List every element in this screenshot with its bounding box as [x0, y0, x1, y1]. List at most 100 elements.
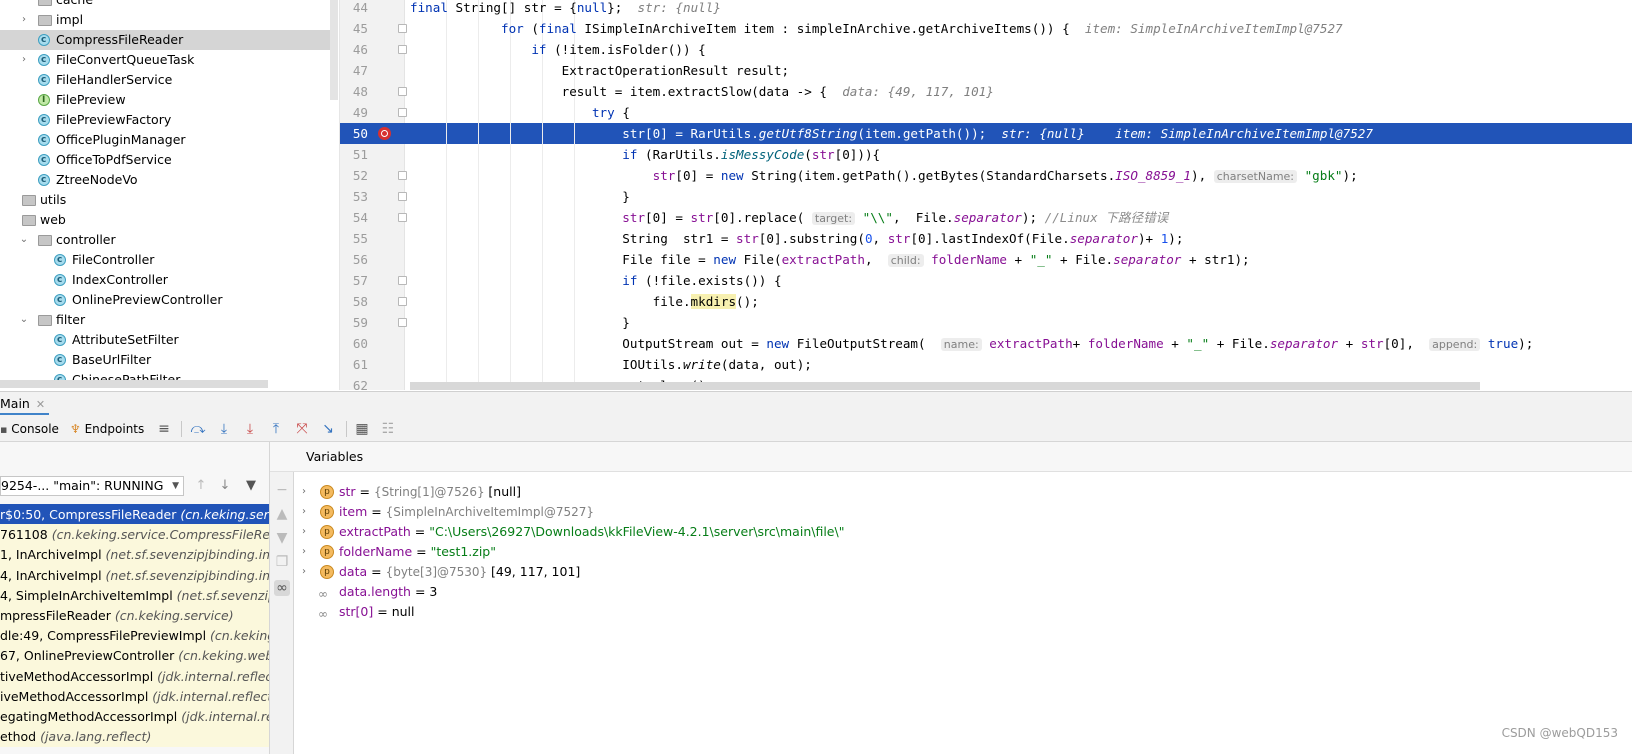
fold-icon[interactable]	[398, 297, 407, 306]
drop-frame-icon[interactable]: ⤧	[294, 421, 310, 437]
move-up-icon[interactable]: ▲	[274, 506, 290, 522]
code-line[interactable]: 58 file.mkdirs();	[340, 291, 1632, 312]
stack-frame[interactable]: 4, InArchiveImpl (net.sf.sevenzipjbindin…	[0, 564, 269, 586]
chevron-right-icon[interactable]: ›	[302, 542, 306, 562]
code-line[interactable]: 59 }	[340, 312, 1632, 333]
endpoints-tab[interactable]: ♆ Endpoints	[70, 420, 144, 438]
chevron-down-icon[interactable]: ⌄	[18, 310, 30, 330]
code-line[interactable]: 50 str[0] = RarUtils.getUtf8String(item.…	[340, 123, 1632, 144]
chevron-down-icon[interactable]: ⌄	[18, 230, 30, 250]
fold-icon[interactable]	[398, 87, 407, 96]
code-token: ();	[736, 294, 759, 309]
tree-vertical-scrollbar[interactable]	[330, 0, 338, 100]
tree-item[interactable]: ⌄ controller	[0, 230, 332, 250]
tree-item[interactable]: OfficeToPdfService	[0, 150, 332, 170]
breakpoint-icon[interactable]	[378, 127, 391, 140]
code-line[interactable]: 44 final String[] str = {null}; str: {nul…	[340, 0, 1632, 18]
step-out-icon[interactable]: ⤒	[268, 421, 284, 437]
arrow-down-icon[interactable]: ↓	[216, 477, 234, 495]
tree-item[interactable]: cache	[0, 0, 332, 10]
menu-lines-icon[interactable]: ≡	[156, 421, 172, 437]
fold-icon[interactable]	[398, 108, 407, 117]
tree-item[interactable]: FilePreview	[0, 90, 332, 110]
stack-frame[interactable]: iveMethodAccessorImpl (jdk.internal.refl…	[0, 685, 269, 707]
code-line[interactable]: 47 ExtractOperationResult result;	[340, 60, 1632, 81]
chevron-right-icon[interactable]: ›	[302, 482, 306, 502]
stack-frame[interactable]: 4, SimpleInArchiveItemImpl (net.sf.seven…	[0, 584, 269, 606]
fold-icon[interactable]	[398, 276, 407, 285]
fold-icon[interactable]	[398, 171, 407, 180]
code-line[interactable]: 49 try {	[340, 102, 1632, 123]
tree-item[interactable]: OfficePluginManager	[0, 130, 332, 150]
console-tab[interactable]: ▪ Console	[0, 420, 59, 438]
glasses-icon[interactable]: ∞	[274, 580, 290, 596]
remove-icon[interactable]: −	[274, 482, 290, 498]
chevron-right-icon[interactable]: ›	[18, 50, 30, 70]
run-to-cursor-icon[interactable]: ↘	[320, 421, 336, 437]
editor-horizontal-scrollbar[interactable]	[410, 382, 1480, 390]
code-line[interactable]: 56 File file = new File(extractPath, chi…	[340, 249, 1632, 270]
stack-frame[interactable]: 761108 (cn.keking.service.CompressFileRe…	[0, 524, 269, 546]
tree-item[interactable]: CompressFileReader	[0, 30, 332, 50]
fold-icon[interactable]	[398, 318, 407, 327]
tree-horizontal-scrollbar[interactable]	[0, 380, 268, 388]
chevron-right-icon[interactable]: ›	[302, 562, 306, 582]
chevron-right-icon[interactable]: ›	[302, 522, 306, 542]
step-into-icon[interactable]: ⤓	[216, 421, 232, 437]
stack-frame[interactable]: dle:49, CompressFilePreviewImpl (cn.keki…	[0, 625, 269, 647]
stack-frame[interactable]: egatingMethodAccessorImpl (jdk.internal.…	[0, 706, 269, 727]
code-line[interactable]: 45 for (final ISimpleInArchiveItem item …	[340, 18, 1632, 39]
code-token: (!file.exists()) {	[645, 273, 782, 288]
close-icon[interactable]: ✕	[36, 398, 45, 411]
force-step-into-icon[interactable]: ⤓	[242, 421, 258, 437]
code-token: String[] str = {	[455, 0, 577, 15]
tree-item[interactable]: FileHandlerService	[0, 70, 332, 90]
evaluate-expression-icon[interactable]: ▦	[354, 421, 370, 437]
stack-frame[interactable]: mpressFileReader (cn.keking.service)	[0, 605, 269, 626]
fold-icon[interactable]	[398, 192, 407, 201]
trace-icon[interactable]: ☷	[380, 421, 396, 437]
code-line[interactable]: 54 str[0] = str[0].replace( target: "\\"…	[340, 207, 1632, 228]
code-line[interactable]: 48 result = item.extractSlow(data -> { d…	[340, 81, 1632, 102]
code-line[interactable]: 51 if (RarUtils.isMessyCode(str[0])){	[340, 144, 1632, 165]
code-line[interactable]: 52 str[0] = new String(item.getPath().ge…	[340, 165, 1632, 186]
tree-item[interactable]: FilePreviewFactory	[0, 110, 332, 130]
code-token: +	[1338, 336, 1361, 351]
chevron-right-icon[interactable]: ›	[302, 502, 306, 522]
code-line[interactable]: 60 OutputStream out = new FileOutputStre…	[340, 333, 1632, 354]
tree-item[interactable]: IndexController	[0, 270, 332, 290]
tree-item[interactable]: ⌄ filter	[0, 310, 332, 330]
tree-item[interactable]: › impl	[0, 10, 332, 30]
code-line[interactable]: 61 IOUtils.write(data, out);	[340, 354, 1632, 375]
fold-icon[interactable]	[398, 45, 407, 54]
tree-item[interactable]: AttributeSetFilter	[0, 330, 332, 350]
fold-icon[interactable]	[398, 24, 407, 33]
step-over-icon[interactable]: ⤼	[190, 421, 206, 437]
filter-icon[interactable]: ▼	[242, 477, 260, 495]
tree-item[interactable]: BaseUrlFilter	[0, 350, 332, 370]
copy-icon[interactable]: ❐	[274, 554, 290, 570]
tree-item[interactable]: FileController	[0, 250, 332, 270]
fold-icon[interactable]	[398, 213, 407, 222]
stack-frame[interactable]: ethod (java.lang.reflect)	[0, 726, 269, 748]
stack-frame[interactable]: 1, InArchiveImpl (net.sf.sevenzipjbindin…	[0, 544, 269, 566]
code-line[interactable]: 46 if (!item.isFolder()) {	[340, 39, 1632, 60]
tree-item[interactable]: web	[0, 210, 332, 230]
code-line[interactable]: 53 }	[340, 186, 1632, 207]
code-line[interactable]: 57 if (!file.exists()) {	[340, 270, 1632, 291]
tree-item[interactable]: ZtreeNodeVo	[0, 170, 332, 190]
tree-item[interactable]: OnlinePreviewController	[0, 290, 332, 310]
code-token: separator	[953, 210, 1022, 225]
thread-select[interactable]: 9254-... "main": RUNNING ▼	[0, 476, 184, 496]
code-editor[interactable]: 44 final String[] str = {null}; str: {nul…	[340, 0, 1632, 390]
stack-frame[interactable]: tiveMethodAccessorImpl (jdk.internal.ref…	[0, 665, 269, 687]
chevron-right-icon[interactable]: ›	[18, 10, 30, 30]
arrow-up-icon[interactable]: ↑	[192, 477, 210, 495]
tree-item[interactable]: › FileConvertQueueTask	[0, 50, 332, 70]
code-line[interactable]: 55 String str1 = str[0].substring(0, str…	[340, 228, 1632, 249]
stack-frame[interactable]: 67, OnlinePreviewController (cn.keking.w…	[0, 645, 269, 667]
move-down-icon[interactable]: ▼	[274, 530, 290, 546]
tab-main[interactable]: Main ✕	[0, 394, 50, 415]
stack-frame[interactable]: r$0:50, CompressFileReader (cn.keking.se…	[0, 504, 269, 525]
tree-item[interactable]: utils	[0, 190, 332, 210]
